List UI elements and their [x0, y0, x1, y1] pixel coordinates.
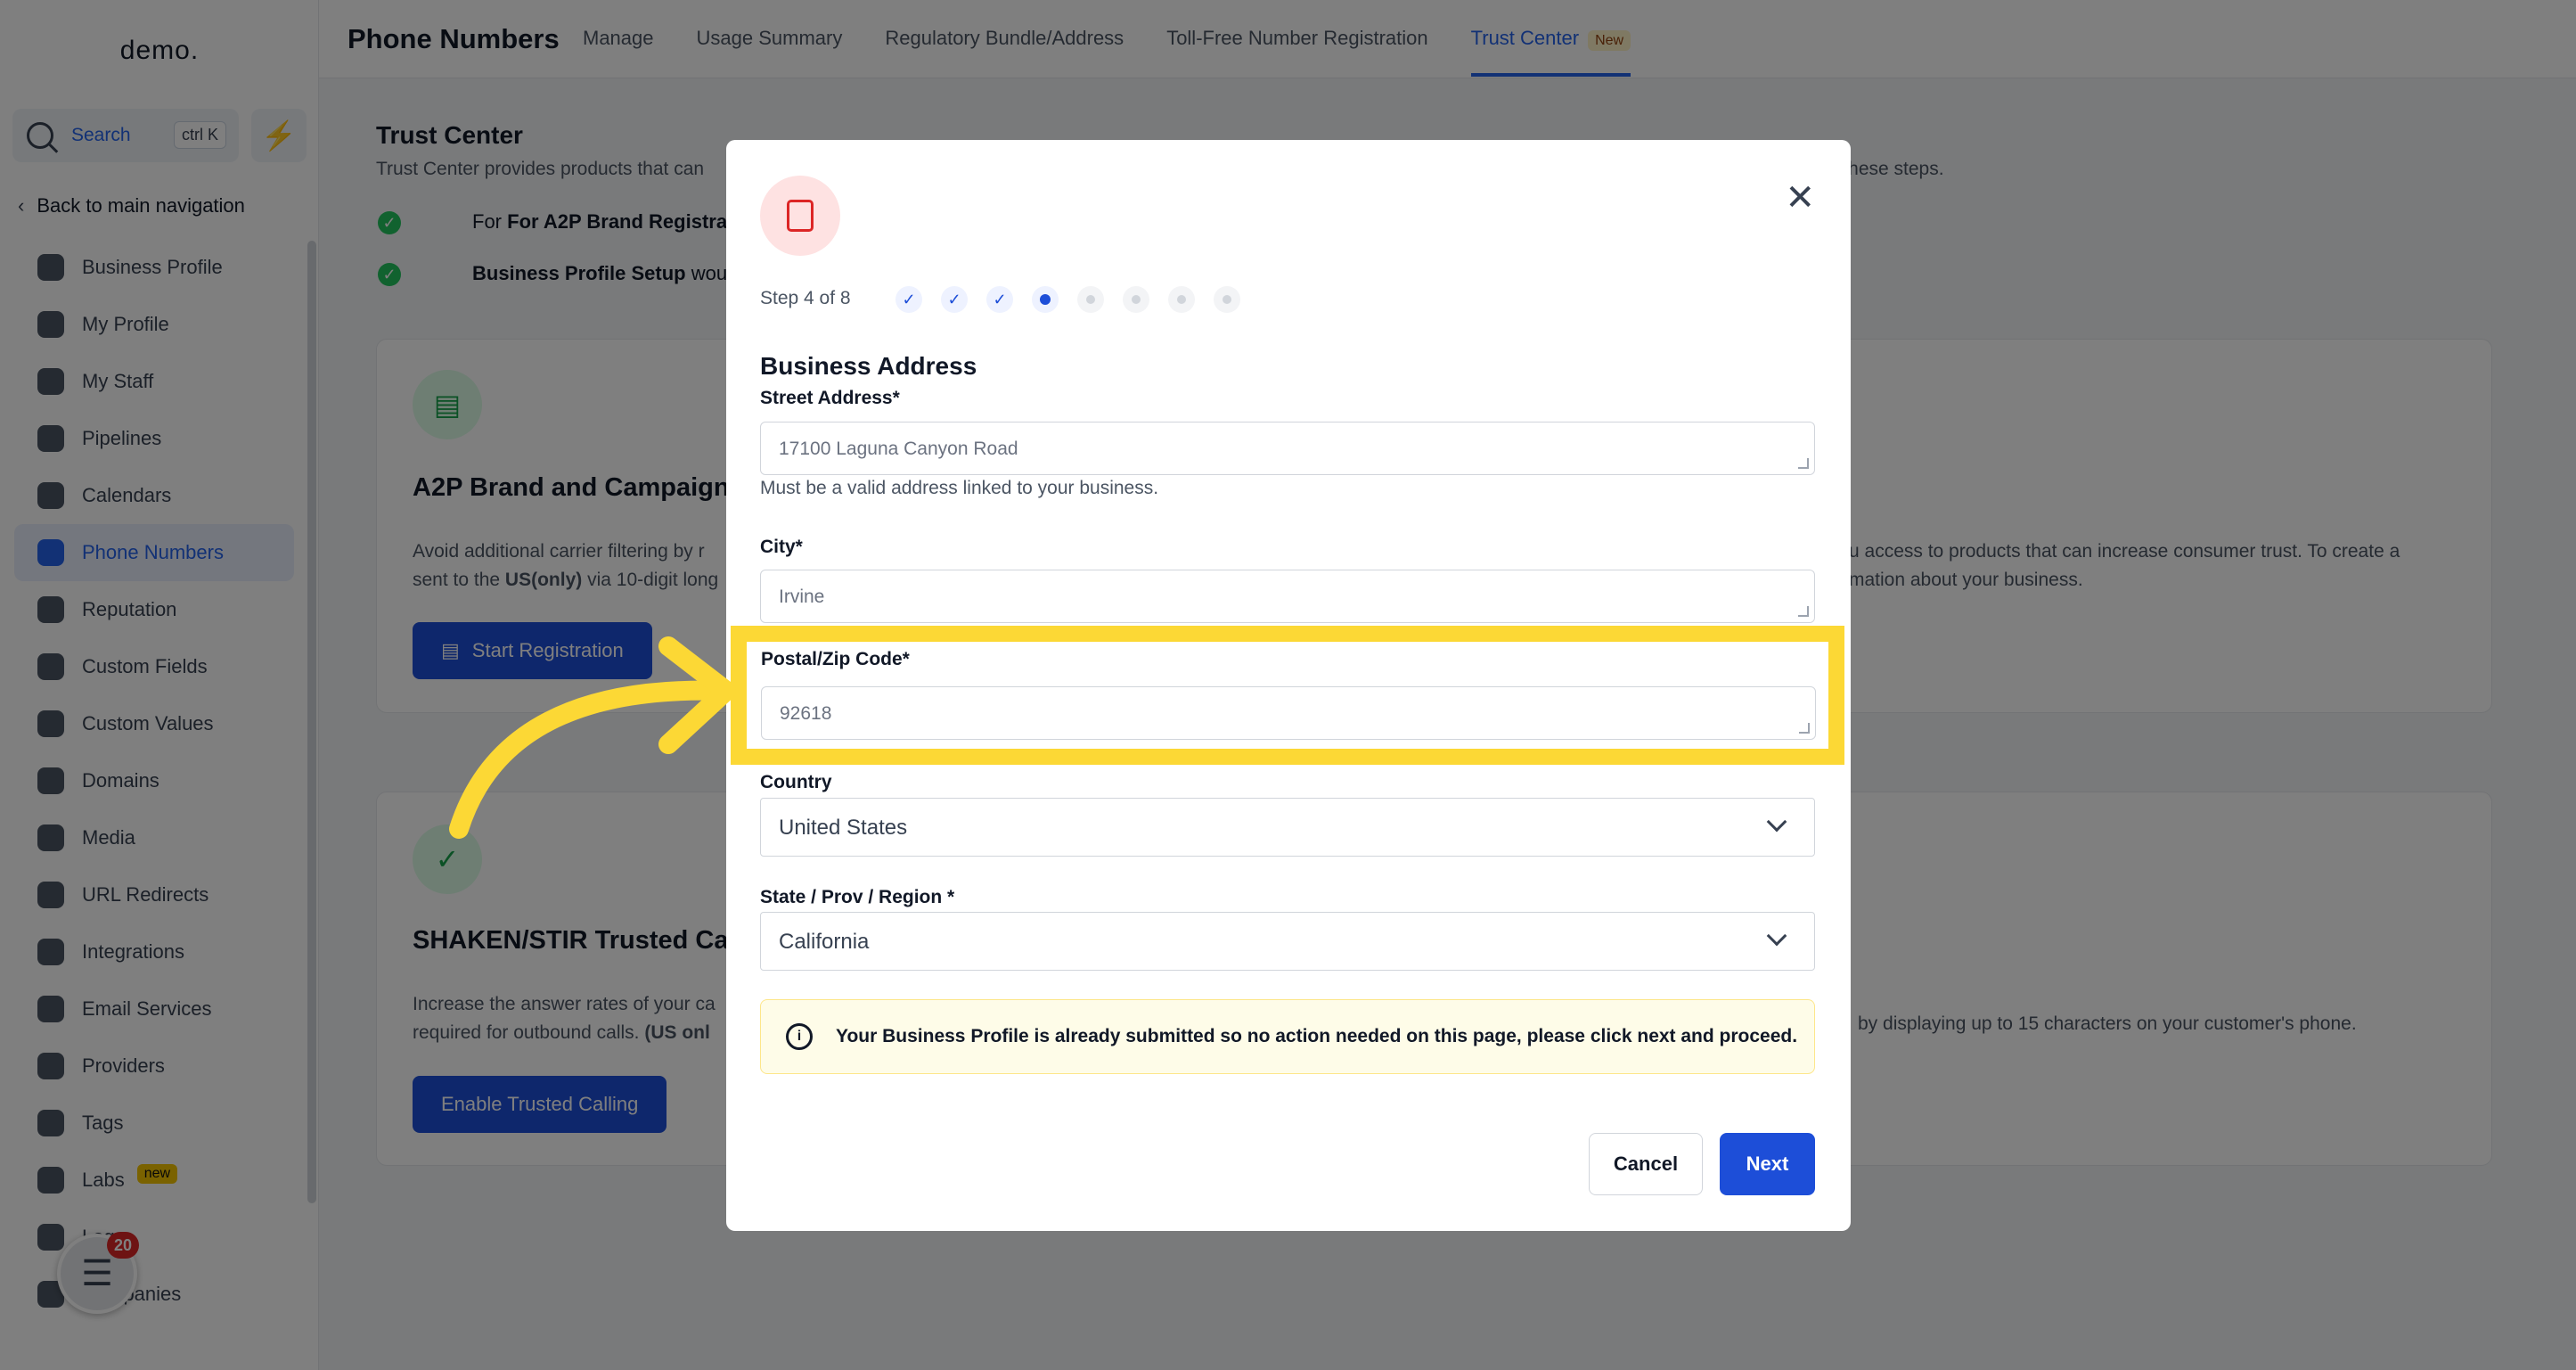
cancel-button[interactable]: Cancel	[1589, 1133, 1703, 1195]
info-alert: i Your Business Profile is already submi…	[760, 999, 1815, 1074]
street-address-label: Street Address*	[760, 388, 900, 408]
street-address-input[interactable]: 17100 Laguna Canyon Road	[760, 422, 1815, 475]
city-value: Irvine	[779, 587, 825, 607]
step-current-icon	[1032, 286, 1059, 313]
step-done-icon: ✓	[941, 286, 968, 313]
annotation-arrow-icon	[449, 636, 736, 839]
street-address-value: 17100 Laguna Canyon Road	[779, 439, 1018, 459]
step-pending-icon	[1123, 286, 1149, 313]
zip-code-highlight: Postal/Zip Code* 92618	[731, 626, 1844, 765]
city-label: City*	[760, 537, 803, 557]
step-label: Step 4 of 8	[760, 288, 851, 308]
zip-code-label: Postal/Zip Code*	[761, 649, 910, 669]
country-value: United States	[779, 816, 908, 840]
step-pending-icon	[1168, 286, 1195, 313]
close-icon[interactable]: ✕	[1785, 177, 1815, 218]
city-input[interactable]: Irvine	[760, 570, 1815, 623]
country-select[interactable]: United States	[760, 798, 1815, 857]
state-value: California	[779, 930, 870, 954]
resize-handle[interactable]	[1798, 458, 1809, 469]
section-title: Business Address	[760, 352, 977, 380]
step-done-icon: ✓	[986, 286, 1013, 313]
chevron-down-icon	[1766, 811, 1787, 833]
country-label: Country	[760, 772, 832, 792]
step-pending-icon	[1214, 286, 1240, 313]
state-select[interactable]: California	[760, 912, 1815, 971]
next-button[interactable]: Next	[1720, 1133, 1815, 1195]
step-pending-icon	[1077, 286, 1104, 313]
step-done-icon: ✓	[895, 286, 922, 313]
document-icon	[760, 176, 840, 256]
chevron-down-icon	[1766, 925, 1787, 947]
street-address-help: Must be a valid address linked to your b…	[760, 478, 1159, 498]
resize-handle[interactable]	[1798, 606, 1809, 617]
resize-handle[interactable]	[1799, 723, 1810, 734]
info-icon: i	[786, 1023, 813, 1050]
step-indicator: ✓ ✓ ✓	[895, 286, 1259, 313]
zip-code-input[interactable]: 92618	[761, 686, 1816, 740]
state-label: State / Prov / Region *	[760, 887, 955, 907]
zip-code-value: 92618	[780, 703, 832, 724]
alert-text: Your Business Profile is already submitt…	[836, 1026, 1798, 1046]
